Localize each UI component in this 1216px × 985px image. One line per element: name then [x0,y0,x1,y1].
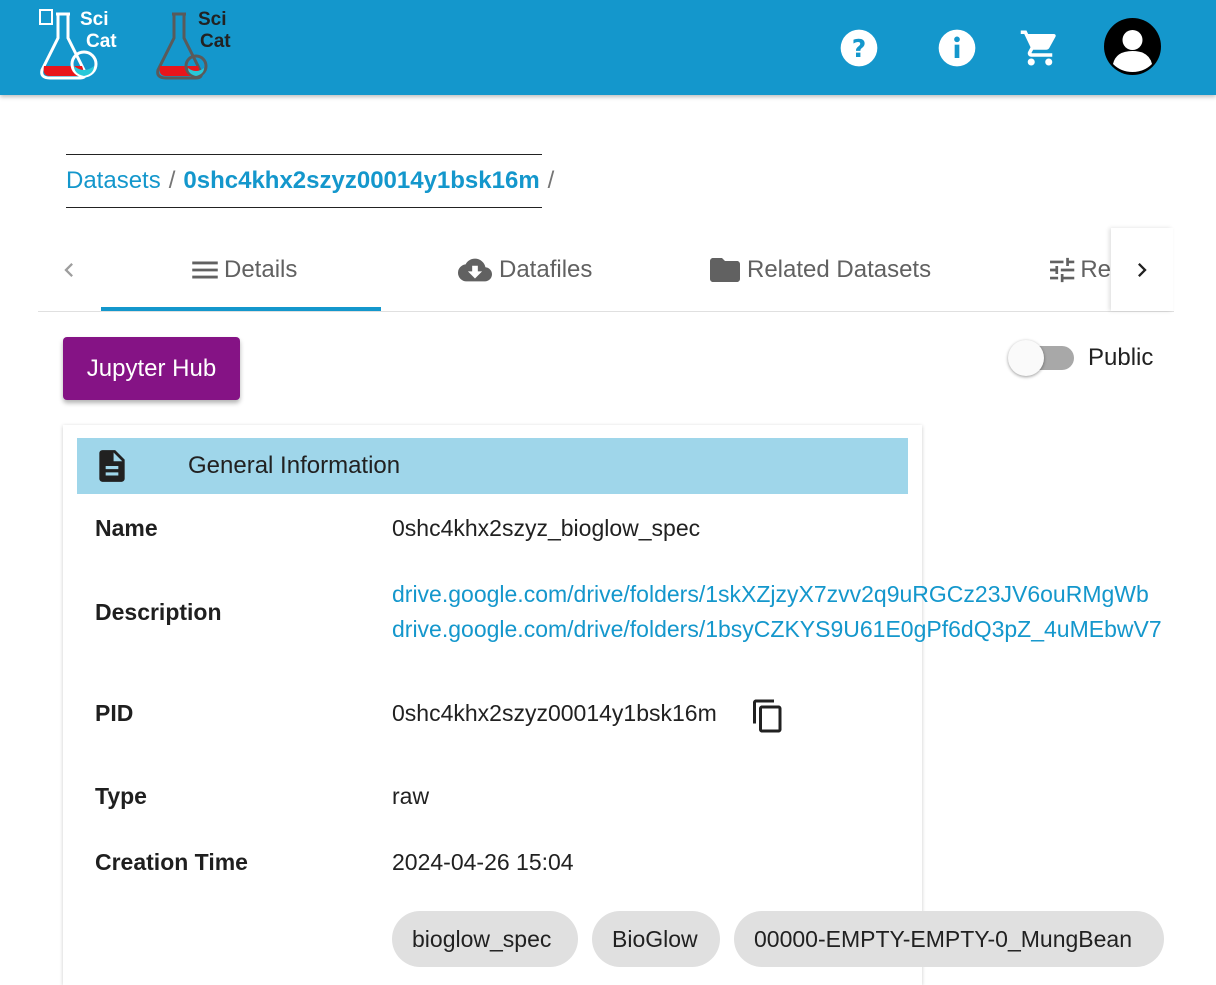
copy-icon[interactable] [750,697,786,740]
tab-label: Details [224,255,298,283]
type-value: raw [392,783,430,809]
breadcrumb-separator: / [547,167,555,194]
tab-scroll-right[interactable] [1111,228,1173,311]
tab-bar: Details Datafiles Related Datasets Re [38,228,1174,312]
scicat-logo-alt[interactable]: Sci Cat [152,8,232,88]
breadcrumb-current[interactable]: 0shc4khx2szyz00014y1bsk16m [183,167,539,195]
breadcrumb-datasets-link[interactable]: Datasets [66,167,161,195]
top-app-bar: Sci Cat Sci Cat ? [0,0,1216,95]
tab-related-datasets[interactable]: Related Datasets [705,228,931,311]
cart-icon[interactable] [1019,27,1061,74]
breadcrumb: Datasets / 0shc4khx2szyz00014y1bsk16m / [66,154,554,208]
tab-scroll-left[interactable] [38,228,100,311]
account-icon[interactable] [1104,18,1161,75]
tab-reduce[interactable]: Re [1046,228,1111,311]
scicat-logo[interactable]: Sci Cat [36,8,117,88]
toggle-thumb [1008,340,1044,376]
logo-text-sci: Sci [198,9,227,30]
tune-icon [1050,257,1075,282]
name-value: 0shc4khx2szyz_bioglow_spec [392,515,701,541]
logo-text-sci: Sci [80,9,109,30]
pid-label: PID [95,700,134,726]
card-title: General Information [188,452,401,479]
tab-details[interactable]: Details [188,228,297,311]
folder-icon [710,257,740,282]
active-tab-indicator [101,307,381,311]
tab-datafiles[interactable]: Datafiles [453,228,592,311]
creation-time-label: Creation Time [95,849,248,875]
pid-value: 0shc4khx2szyz00014y1bsk16m [392,700,717,726]
cloud-download-icon [458,258,492,281]
help-icon[interactable]: ? [839,28,879,73]
menu-lines-icon [192,261,218,278]
tab-label: Related Datasets [747,255,932,283]
description-label: Description [95,599,222,625]
keyword-chip[interactable]: bioglow_spec [392,911,578,967]
creation-time-value: 2024-04-26 15:04 [392,849,574,875]
public-toggle[interactable] [1008,340,1076,376]
public-toggle-label: Public [1088,344,1154,371]
document-icon [99,450,125,482]
keyword-chip[interactable]: BioGlow [592,911,720,967]
tab-label: Re [1080,255,1111,283]
description-link[interactable]: drive.google.com/drive/folders/1bsyCZKYS… [392,616,1162,643]
logo-text-cat: Cat [200,31,231,52]
name-label: Name [95,515,158,541]
description-link[interactable]: drive.google.com/drive/folders/1skXZjzyX… [392,581,1149,608]
chevron-left-icon [64,262,73,277]
card-header: General Information [77,438,908,494]
type-label: Type [95,783,147,809]
tab-label: Datafiles [499,255,593,283]
breadcrumb-separator: / [168,167,176,194]
keyword-chip[interactable]: 00000-EMPTY-EMPTY-0_MungBean [734,911,1164,967]
jupyter-hub-button[interactable]: Jupyter Hub [63,337,240,400]
svg-text:?: ? [852,34,867,63]
logo-text-cat: Cat [86,31,117,52]
info-icon[interactable] [937,28,977,73]
chevron-right-icon [1138,262,1147,277]
